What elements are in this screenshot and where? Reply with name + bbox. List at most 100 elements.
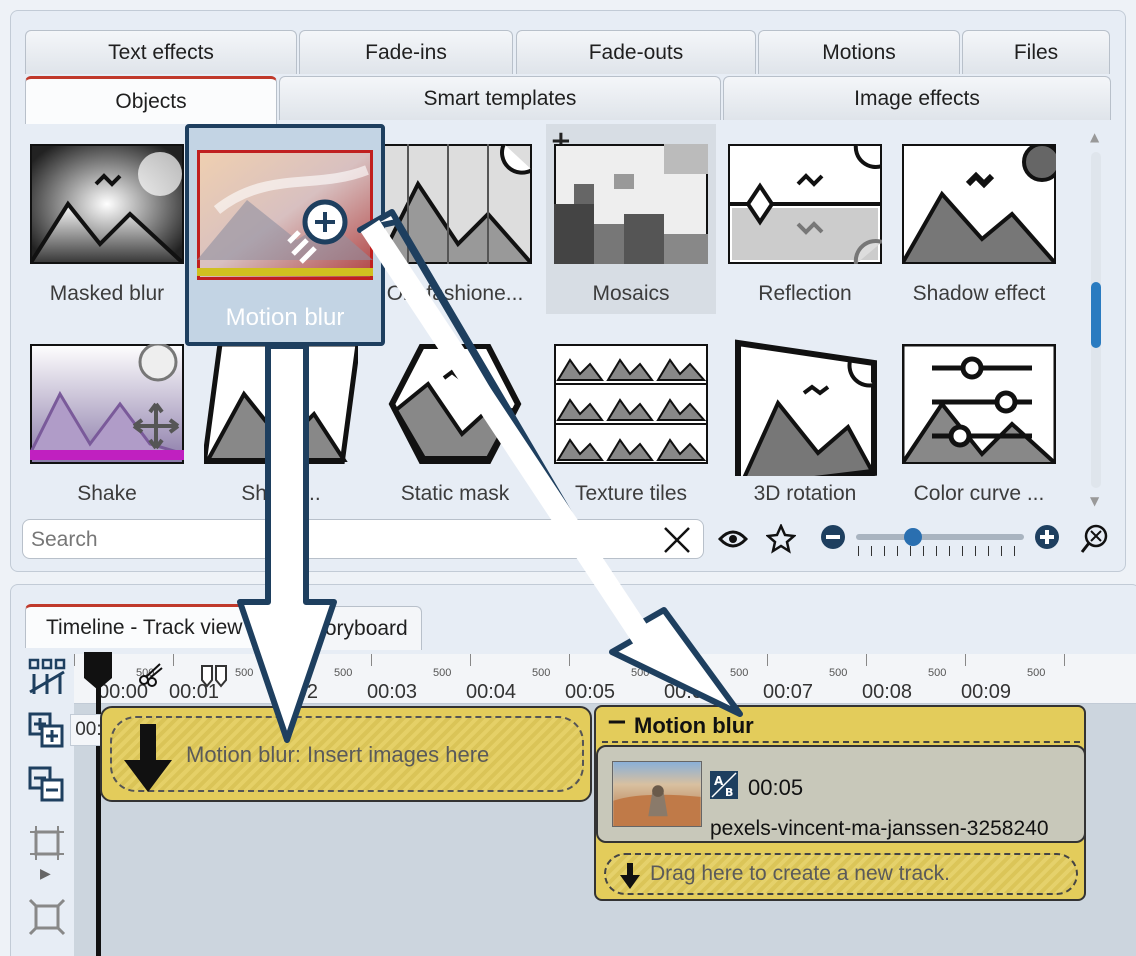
tab-image-effects[interactable]: Image effects [723, 76, 1111, 120]
texture-tiles-thumbnail-icon [554, 344, 708, 464]
effect-label: Shake [77, 482, 137, 505]
text-overlay-icon[interactable]: AB [710, 771, 738, 799]
svg-text:A: A [714, 774, 724, 788]
app-root: Text effects Fade-ins Fade-outs Motions … [0, 0, 1136, 956]
add-track-icon[interactable] [26, 710, 68, 752]
arrow-down-icon [124, 724, 172, 792]
ruler-label: 00:03 [367, 681, 418, 703]
ruler-label: 00:09 [961, 681, 1012, 703]
zoom-slider-thumb[interactable] [904, 528, 922, 546]
effect-3d-rotation[interactable]: 3D rotation [720, 324, 890, 514]
fit-track-icon[interactable] [26, 896, 68, 938]
new-track-drop-zone[interactable]: Drag here to create a new track. [604, 853, 1078, 895]
ruler-subtick: 500 [928, 667, 947, 679]
clip-thumbnail [612, 761, 702, 827]
motion-blur-effect-group[interactable]: − Motion blur AB 00:05 pexels-vincent-ma… [594, 705, 1086, 901]
tab-storyboard[interactable]: Storyboard [290, 606, 422, 650]
shake-thumbnail-icon [30, 344, 184, 464]
zoom-fit-icon[interactable] [1078, 522, 1112, 556]
scroll-up-icon[interactable]: ▲ [1090, 130, 1099, 144]
effect-reflection[interactable]: Reflection [720, 124, 890, 314]
arrow-down-icon [620, 863, 640, 889]
effect-label: Color curve ... [913, 482, 1045, 505]
collapse-group-icon[interactable]: − [606, 707, 628, 737]
snap-grid-icon[interactable] [26, 656, 68, 698]
expand-track-icon[interactable] [26, 822, 68, 864]
playhead-handle-icon[interactable] [82, 652, 114, 692]
image-clip[interactable]: AB 00:05 pexels-vincent-ma-janssen-32582… [596, 745, 1086, 843]
tab-smart-templates[interactable]: Smart templates [279, 76, 721, 120]
shadow-effect-thumbnail-icon [902, 144, 1056, 264]
ruler-label: 00:02 [268, 681, 319, 703]
effect-motion-blur-selected[interactable]: Motion blur [185, 124, 385, 346]
effects-gallery: Masked blur Old-fashione... + Mosaics Re… [22, 124, 1086, 512]
remove-track-icon[interactable] [26, 764, 68, 806]
drag-hint-text: Drag here to create a new track. [650, 862, 950, 885]
tab-objects[interactable]: Objects [25, 76, 277, 124]
effect-shear[interactable]: Shear ... [196, 324, 366, 514]
star-icon[interactable] [764, 522, 798, 556]
effect-texture-tiles[interactable]: Texture tiles [546, 324, 716, 514]
reflection-thumbnail-icon [728, 144, 882, 264]
scissors-icon[interactable] [138, 660, 166, 688]
marker-icon[interactable] [200, 664, 230, 688]
effect-old-fashioned[interactable]: Old-fashione... [370, 124, 540, 314]
effect-label: Shear ... [241, 482, 321, 505]
tab-fade-outs[interactable]: Fade-outs [516, 30, 756, 74]
ruler-label: 00:04 [466, 681, 517, 703]
svg-text:B: B [725, 786, 733, 799]
insert-images-text: Motion blur: Insert images here [186, 742, 490, 767]
ruler-label: 00:06 [664, 681, 715, 703]
tab-fade-ins[interactable]: Fade-ins [299, 30, 513, 74]
effect-label: Texture tiles [574, 482, 688, 505]
ruler-label: 00:07 [763, 681, 814, 703]
clip-duration: 00:05 [748, 775, 804, 800]
insert-images-track[interactable]: Motion blur: Insert images here [100, 706, 592, 802]
shear-thumbnail-icon [204, 344, 358, 464]
scroll-thumb[interactable] [1091, 282, 1101, 348]
zoom-slider-ticks [858, 546, 1022, 556]
clear-search-icon[interactable] [663, 526, 691, 554]
effect-label: Motion blur [225, 304, 345, 331]
tab-text-effects[interactable]: Text effects [25, 30, 297, 74]
scroll-down-icon[interactable]: ▼ [1090, 494, 1099, 508]
effect-label: Shadow effect [912, 282, 1046, 305]
effect-static-mask[interactable]: Static mask [370, 324, 540, 514]
ruler-subtick: 500 [532, 667, 551, 679]
effect-label: Old-fashione... [386, 282, 524, 305]
playhead[interactable] [96, 654, 101, 956]
eye-icon[interactable] [716, 522, 750, 556]
masked-blur-thumbnail-icon [30, 144, 184, 264]
timeline-ruler[interactable]: 00:00 00:01 00:02 00:03 00:04 00:05 00:0… [74, 654, 1136, 704]
mosaics-thumbnail-icon [554, 144, 708, 264]
ruler-label: 00:08 [862, 681, 913, 703]
tab-timeline-track-view[interactable]: Timeline - Track view [25, 604, 289, 648]
ruler-subtick: 500 [730, 667, 749, 679]
ruler-subtick: 500 [1027, 667, 1046, 679]
ruler-label: 00:05 [565, 681, 616, 703]
gallery-scrollbar[interactable]: ▲ ▼ [1088, 130, 1104, 510]
zoom-out-icon[interactable] [816, 520, 850, 554]
group-title: Motion blur [634, 713, 754, 738]
effect-mosaics[interactable]: + Mosaics [546, 124, 716, 314]
effect-label: Reflection [758, 282, 852, 305]
effect-color-curve[interactable]: Color curve ... [894, 324, 1064, 514]
tab-motions[interactable]: Motions [758, 30, 960, 74]
search-input[interactable] [31, 524, 651, 556]
ruler-subtick: 500 [433, 667, 452, 679]
zoom-in-icon[interactable] [1030, 520, 1064, 554]
ruler-subtick: 500 [334, 667, 353, 679]
zoom-slider-track[interactable] [856, 534, 1024, 540]
expand-arrow-icon[interactable]: ▶ [40, 866, 51, 882]
effect-shadow[interactable]: Shadow effect [894, 124, 1064, 314]
group-divider [602, 741, 1080, 743]
effect-label: 3D rotation [753, 482, 857, 505]
ruler-subtick: 500 [829, 667, 848, 679]
search-box [22, 519, 704, 559]
effect-masked-blur[interactable]: Masked blur [22, 124, 192, 314]
old-fashioned-thumbnail-icon [378, 144, 532, 264]
effect-shake[interactable]: Shake [22, 324, 192, 514]
ruler-ticks [74, 654, 1136, 666]
ruler-subtick: 500 [235, 667, 254, 679]
tab-files[interactable]: Files [962, 30, 1110, 74]
